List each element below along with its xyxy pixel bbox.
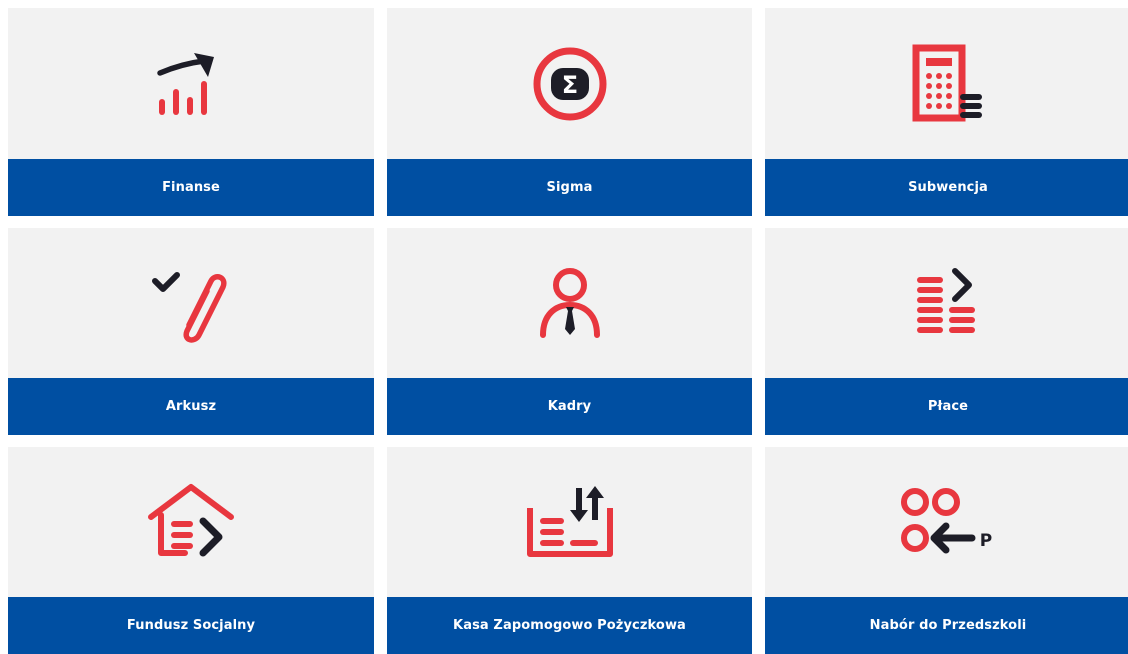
sigma-icon: Σ xyxy=(533,47,606,120)
tile-nabor-label: Nabór do Przedszkoli xyxy=(765,597,1128,654)
tile-sigma[interactable]: Σ Sigma xyxy=(387,8,752,216)
circles-arrow-icon: P xyxy=(901,488,992,554)
calculator-icon xyxy=(912,44,982,121)
sigma-glyph: Σ xyxy=(561,71,577,99)
tile-arkusz[interactable]: Arkusz xyxy=(8,228,374,435)
tile-fundusz-socjalny-face xyxy=(8,447,374,597)
tile-sigma-face: Σ xyxy=(387,8,752,159)
tile-arkusz-face xyxy=(8,228,374,378)
tile-finanse-label: Finanse xyxy=(8,159,374,216)
tile-place-label: Płace xyxy=(765,378,1128,435)
preschool-letter: P xyxy=(980,531,992,551)
tile-kadry[interactable]: Kadry xyxy=(387,228,752,435)
tile-fundusz-socjalny-label: Fundusz Socjalny xyxy=(8,597,374,654)
tile-kasa-label: Kasa Zapomogowo Pożyczkowa xyxy=(387,597,752,654)
person-tie-icon xyxy=(539,268,600,338)
paperclip-check-icon xyxy=(152,272,227,343)
tile-subwencja-face xyxy=(765,8,1128,159)
coin-stacks-icon xyxy=(917,268,975,333)
tile-arkusz-label: Arkusz xyxy=(8,378,374,435)
tile-finanse-face xyxy=(8,8,374,159)
tile-kadry-face xyxy=(387,228,752,378)
finance-chart-icon xyxy=(157,52,214,115)
module-grid: Finanse Σ Sigma Subwencja Arkusz Kadry P… xyxy=(0,0,1128,654)
tile-kasa-face xyxy=(387,447,752,597)
tile-finanse[interactable]: Finanse xyxy=(8,8,374,216)
box-transfer-icon xyxy=(526,486,613,557)
tile-nabor[interactable]: P Nabór do Przedszkoli xyxy=(765,447,1128,654)
tile-nabor-face: P xyxy=(765,447,1128,597)
tile-place-face xyxy=(765,228,1128,378)
tile-subwencja-label: Subwencja xyxy=(765,159,1128,216)
house-arrow-icon xyxy=(148,484,234,557)
tile-kasa[interactable]: Kasa Zapomogowo Pożyczkowa xyxy=(387,447,752,654)
tile-sigma-label: Sigma xyxy=(387,159,752,216)
tile-place[interactable]: Płace xyxy=(765,228,1128,435)
tile-kadry-label: Kadry xyxy=(387,378,752,435)
tile-subwencja[interactable]: Subwencja xyxy=(765,8,1128,216)
tile-fundusz-socjalny[interactable]: Fundusz Socjalny xyxy=(8,447,374,654)
